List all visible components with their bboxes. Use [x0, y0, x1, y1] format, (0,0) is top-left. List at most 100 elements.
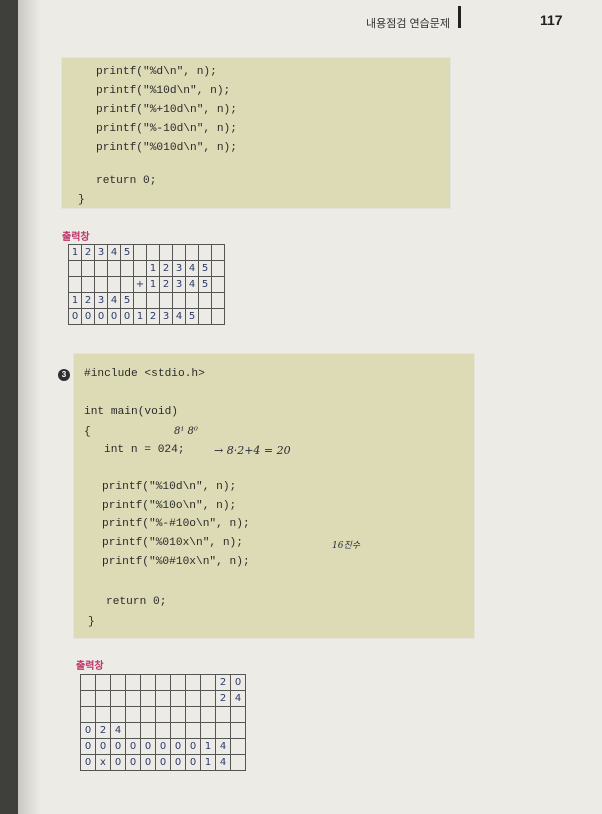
grid-row: 0x00000014 — [80, 754, 246, 771]
grid-cell — [146, 292, 160, 309]
grid-cell: 4 — [215, 738, 231, 755]
grid-cell — [80, 674, 96, 691]
code-line: printf("%-#10o\n", n); — [102, 518, 250, 530]
grid-cell: 0 — [110, 738, 126, 755]
problem-number-badge: 3 — [58, 369, 70, 381]
grid-cell — [230, 754, 246, 771]
grid-cell — [110, 706, 126, 723]
grid-cell — [159, 244, 173, 261]
grid-cell — [185, 706, 201, 723]
grid-cell — [95, 690, 111, 707]
grid-cell: 4 — [185, 276, 199, 293]
grid-cell — [215, 706, 231, 723]
grid-cell — [185, 292, 199, 309]
grid-cell — [172, 292, 186, 309]
grid-cell — [140, 690, 156, 707]
grid-cell — [110, 690, 126, 707]
code-line: printf("%10d\n", n); — [96, 85, 231, 97]
grid-cell: 4 — [215, 754, 231, 771]
grid-cell: 0 — [80, 722, 96, 739]
grid-cell — [80, 690, 96, 707]
grid-cell — [81, 276, 95, 293]
grid-cell: 0 — [185, 738, 201, 755]
grid-cell: 0 — [95, 738, 111, 755]
grid-cell — [200, 722, 216, 739]
grid-cell: 0 — [120, 308, 134, 325]
grid-cell: 2 — [81, 244, 95, 261]
grid-cell — [95, 674, 111, 691]
grid-cell: 0 — [140, 738, 156, 755]
grid-cell: 0 — [170, 738, 186, 755]
grid-row: 0000012345 — [68, 308, 225, 325]
grid-row: 12345 — [68, 244, 225, 261]
grid-cell — [211, 276, 225, 293]
grid-cell: 0 — [80, 754, 96, 771]
grid-cell — [185, 674, 201, 691]
grid-cell: 0 — [230, 674, 246, 691]
grid-cell: 4 — [107, 292, 121, 309]
grid-cell — [120, 276, 134, 293]
grid-cell — [125, 706, 141, 723]
output-grid-1: 12345 12345 +1 2 3 4 5 12345 0000012345 — [68, 244, 225, 325]
grid-cell — [198, 292, 212, 309]
grid-cell: 3 — [172, 276, 186, 293]
grid-cell — [200, 706, 216, 723]
page-header-title: 내용점검 연습문제 — [366, 18, 451, 30]
grid-cell: 3 — [159, 308, 173, 325]
grid-cell: 1 — [68, 292, 82, 309]
grid-cell: 5 — [198, 260, 212, 277]
grid-cell — [200, 674, 216, 691]
header-divider — [458, 6, 461, 28]
grid-cell — [133, 292, 147, 309]
grid-cell: 2 — [215, 674, 231, 691]
output-grid-2: 20 24 024 0000000014 0x00000014 — [80, 674, 246, 771]
grid-cell: 3 — [94, 292, 108, 309]
grid-cell: 5 — [120, 244, 134, 261]
grid-cell: 0 — [185, 754, 201, 771]
grid-cell — [211, 292, 225, 309]
grid-cell: 0 — [170, 754, 186, 771]
grid-cell — [133, 244, 147, 261]
code-line: #include <stdio.h> — [84, 368, 205, 380]
code-line: printf("%10o\n", n); — [102, 500, 237, 512]
grid-cell: 3 — [94, 244, 108, 261]
grid-cell: 1 — [146, 260, 160, 277]
grid-cell: 4 — [172, 308, 186, 325]
grid-cell — [125, 690, 141, 707]
grid-cell: 5 — [198, 276, 212, 293]
grid-cell — [211, 260, 225, 277]
grid-cell — [185, 244, 199, 261]
grid-cell — [146, 244, 160, 261]
grid-cell — [107, 260, 121, 277]
grid-cell — [172, 244, 186, 261]
grid-cell: 0 — [110, 754, 126, 771]
grid-row: 12345 — [68, 292, 225, 309]
grid-cell — [133, 260, 147, 277]
grid-cell — [125, 722, 141, 739]
grid-cell: 0 — [81, 308, 95, 325]
grid-cell — [80, 706, 96, 723]
code-line: { — [84, 426, 91, 438]
grid-cell: 1 — [200, 754, 216, 771]
code-line: } — [88, 616, 95, 628]
grid-cell: x — [95, 754, 111, 771]
grid-cell — [170, 722, 186, 739]
grid-cell: 4 — [107, 244, 121, 261]
code-line: int n = 024; — [104, 444, 185, 456]
handwritten-note-conversion: → 8·2+4 = 20 — [214, 444, 291, 457]
grid-cell: + — [133, 276, 147, 293]
grid-cell — [198, 308, 212, 325]
grid-cell — [159, 292, 173, 309]
grid-cell — [155, 706, 171, 723]
grid-cell — [200, 690, 216, 707]
output-label-1: 출력창 — [62, 232, 90, 243]
grid-cell — [211, 308, 225, 325]
grid-cell: 4 — [230, 690, 246, 707]
output-label-2: 출력창 — [76, 661, 104, 672]
code-line: printf("%d\n", n); — [96, 66, 217, 78]
code-line: } — [78, 194, 85, 206]
grid-cell — [185, 690, 201, 707]
handwritten-note-hex: 16진수 — [332, 541, 361, 551]
grid-cell: 2 — [146, 308, 160, 325]
grid-cell — [230, 706, 246, 723]
